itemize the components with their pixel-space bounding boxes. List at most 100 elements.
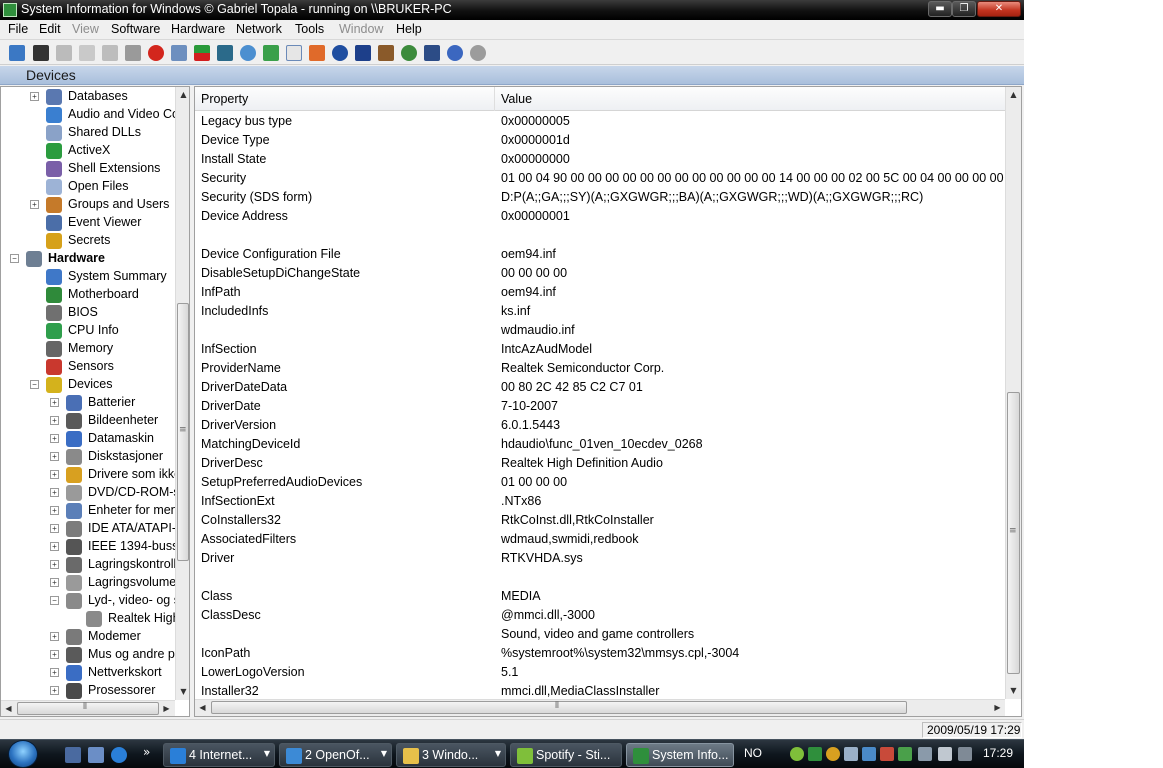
table-row[interactable]: Device Type 0x0000001d (195, 131, 1005, 150)
tree-item-activex[interactable]: ActiveX (1, 142, 175, 160)
table-row[interactable]: Security (SDS form) D:P(A;;GA;;;SY)(A;;GX… (195, 188, 1005, 207)
table-row[interactable]: DriverDesc Realtek High Definition Audio (195, 454, 1005, 473)
table-row[interactable]: wdmaudio.inf (195, 321, 1005, 340)
close-button[interactable]: ✕ (977, 1, 1021, 17)
table-row[interactable]: AssociatedFilters wdmaud,swmidi,redbook (195, 530, 1005, 549)
table-row[interactable]: Legacy bus type 0x00000005 (195, 112, 1005, 131)
volume-icon[interactable] (938, 747, 952, 761)
group-dropdown-icon[interactable]: ▼ (264, 749, 270, 758)
quicklaunch-more-icon[interactable]: » (143, 745, 150, 759)
column-separator[interactable] (494, 87, 495, 111)
minimize-button[interactable]: ▬ (928, 1, 952, 17)
table-row[interactable]: Device Configuration File oem94.inf (195, 245, 1005, 264)
expand-icon[interactable]: + (30, 92, 39, 101)
sync-icon[interactable] (263, 45, 279, 61)
tray-connection-icon[interactable] (958, 747, 972, 761)
tree-item-enheter-for-menneskelig-grensesnitt[interactable]: + Enheter for menneskelig grensesnitt (1, 502, 175, 520)
table-row[interactable]: CoInstallers32 RtkCoInst.dll,RtkCoInstall… (195, 511, 1005, 530)
menu-file[interactable]: File (8, 22, 28, 36)
cut-icon[interactable] (56, 45, 72, 61)
expand-icon[interactable]: + (50, 578, 59, 587)
taskbar-button-3-windo[interactable]: 3 Windo... ▼ (396, 743, 506, 767)
expand-icon[interactable]: + (50, 506, 59, 515)
help-icon[interactable] (447, 45, 463, 61)
grid-scroll-down-icon[interactable]: ▼ (1006, 683, 1021, 698)
expand-icon[interactable]: + (50, 650, 59, 659)
world-icon[interactable] (401, 45, 417, 61)
table-row[interactable]: Sound, video and game controllers (195, 625, 1005, 644)
tree-item-hardware[interactable]: − Hardware (1, 250, 175, 268)
expand-icon[interactable]: + (50, 398, 59, 407)
tree-item-groups-and-users[interactable]: + Groups and Users (1, 196, 175, 214)
expand-icon[interactable]: + (30, 200, 39, 209)
taskbar-button-4-internet[interactable]: 4 Internet... ▼ (163, 743, 275, 767)
tree-item-databases[interactable]: + Databases (1, 88, 175, 106)
tray-display-icon[interactable] (844, 747, 858, 761)
tree-item-diskstasjoner[interactable]: + Diskstasjoner (1, 448, 175, 466)
menu-view[interactable]: View (72, 22, 99, 36)
menu-edit[interactable]: Edit (39, 22, 61, 36)
table-row[interactable]: InfSectionExt .NTx86 (195, 492, 1005, 511)
tray-security-icon[interactable] (880, 747, 894, 761)
tree-item-lagringskontrollere[interactable]: + Lagringskontrollere (1, 556, 175, 574)
taskbar-button-2-openof[interactable]: 2 OpenOf... ▼ (279, 743, 392, 767)
show-desktop-icon[interactable] (65, 747, 81, 763)
table-row[interactable]: IconPath %systemroot%\system32\mmsys.cpl,… (195, 644, 1005, 663)
shield-icon[interactable] (355, 45, 371, 61)
copy-icon[interactable] (79, 45, 95, 61)
grid-vertical-scrollbar[interactable]: ▲ ≡ ▼ (1005, 87, 1021, 699)
tree-item-ieee-1394-busskontrollere[interactable]: + IEEE 1394-busskontrollere (1, 538, 175, 556)
collapse-icon[interactable]: − (30, 380, 39, 389)
table-row[interactable]: DisableSetupDiChangeState 00 00 00 00 (195, 264, 1005, 283)
internet-explorer-icon[interactable] (111, 747, 127, 763)
menu-hardware[interactable]: Hardware (171, 22, 225, 36)
menu-tools[interactable]: Tools (295, 22, 324, 36)
save-icon[interactable] (33, 45, 49, 61)
tray-shield-icon[interactable] (898, 747, 912, 761)
table-row[interactable]: ProviderName Realtek Semiconductor Corp. (195, 359, 1005, 378)
tree-item-shell-extensions[interactable]: Shell Extensions (1, 160, 175, 178)
about-icon[interactable] (470, 45, 486, 61)
table-row[interactable]: Install State 0x00000000 (195, 150, 1005, 169)
table-row[interactable]: Driver RTKVHDA.sys (195, 549, 1005, 568)
stop-icon[interactable] (148, 45, 164, 61)
table-row[interactable]: LowerLogoVersion 5.1 (195, 663, 1005, 682)
table-row[interactable] (195, 568, 1005, 587)
tree-item-prosessorer[interactable]: + Prosessorer (1, 682, 175, 700)
tree-item-event-viewer[interactable]: Event Viewer (1, 214, 175, 232)
tree-horizontal-scrollbar[interactable]: ◀ ⦀ ▶ (1, 700, 175, 716)
table-row[interactable]: DriverDateData 00 80 2C 42 85 C2 C7 01 (195, 378, 1005, 397)
tree-scroll-down-icon[interactable]: ▼ (176, 684, 189, 699)
grid-scroll-right-icon[interactable]: ▶ (990, 700, 1005, 715)
tree-item-drivere-som-ikke-er-plug-and-play[interactable]: + Drivere som ikke er Plug and Play (1, 466, 175, 484)
table-row[interactable]: Device Address 0x00000001 (195, 207, 1005, 226)
tree-item-realtek-high-definition-audio[interactable]: Realtek High Definition Audio (1, 610, 175, 628)
column-header-property[interactable]: Property (201, 92, 248, 106)
tree-item-modemer[interactable]: + Modemer (1, 628, 175, 646)
table-row[interactable]: DriverVersion 6.0.1.5443 (195, 416, 1005, 435)
open-report-icon[interactable] (9, 45, 25, 61)
grid-horizontal-scrollbar[interactable]: ◀ ⦀ ▶ (195, 699, 1005, 716)
language-indicator[interactable]: NO (744, 746, 762, 760)
tree-scroll-right-icon[interactable]: ▶ (159, 701, 174, 716)
maximize-button[interactable]: ❐ (952, 1, 976, 17)
tray-network-icon[interactable] (862, 747, 876, 761)
table-row[interactable]: DriverDate 7-10-2007 (195, 397, 1005, 416)
expand-icon[interactable]: + (50, 416, 59, 425)
print-icon[interactable] (125, 45, 141, 61)
tree-item-ide-ata-atapi-kontrollere[interactable]: + IDE ATA/ATAPI-kontrollere (1, 520, 175, 538)
switch-windows-icon[interactable] (88, 747, 104, 763)
expand-icon[interactable]: + (50, 470, 59, 479)
tree-item-system-summary[interactable]: System Summary (1, 268, 175, 286)
tree-item-lyd-video-og-spillkontrollere[interactable]: − Lyd-, video- og spillkontrollere (1, 592, 175, 610)
table-row[interactable]: InfPath oem94.inf (195, 283, 1005, 302)
taskbar-button-system-info[interactable]: System Info... (626, 743, 734, 767)
tree-item-shared-dlls[interactable]: Shared DLLs (1, 124, 175, 142)
taskbar-clock[interactable]: 17:29 (983, 746, 1013, 760)
tree-item-devices[interactable]: − Devices (1, 376, 175, 394)
expand-icon[interactable]: + (50, 542, 59, 551)
building-icon[interactable] (378, 45, 394, 61)
expand-icon[interactable]: + (50, 668, 59, 677)
tree-item-open-files[interactable]: Open Files (1, 178, 175, 196)
table-row[interactable]: MatchingDeviceId hdaudio\func_01ven_10ecd… (195, 435, 1005, 454)
